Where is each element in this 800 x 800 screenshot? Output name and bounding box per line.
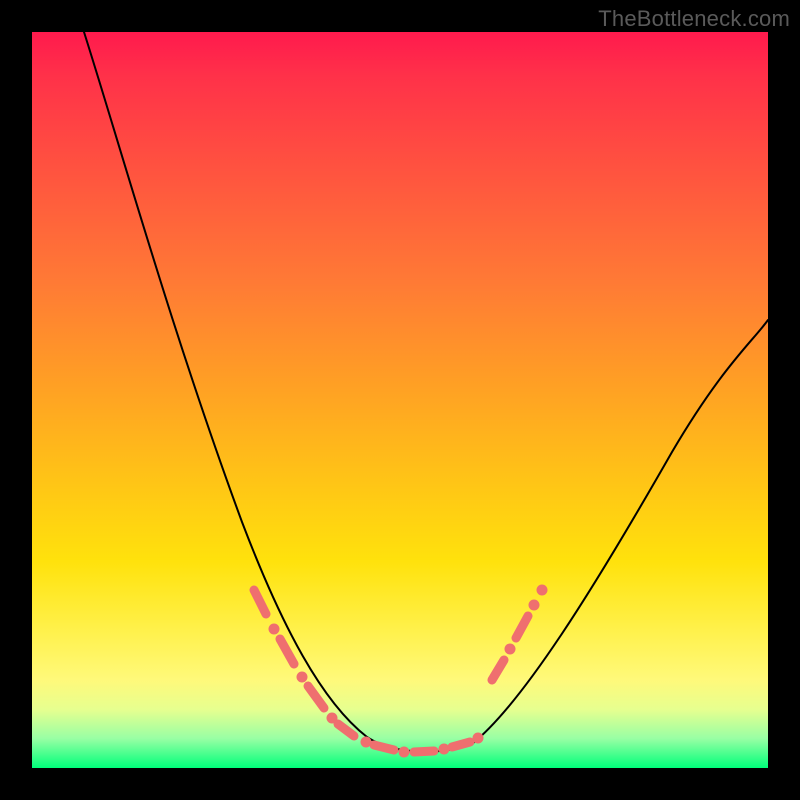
plot-area <box>32 32 768 768</box>
marker-dash <box>516 616 528 638</box>
curve-left-branch <box>84 32 367 737</box>
marker-dot <box>505 644 516 655</box>
marker-group-left <box>254 590 354 736</box>
marker-dash <box>338 724 354 736</box>
marker-dash <box>452 742 470 747</box>
marker-dash <box>492 660 504 680</box>
curve-right-branch <box>472 320 768 744</box>
marker-dot <box>297 672 308 683</box>
marker-group-valley <box>361 733 484 758</box>
chart-frame: TheBottleneck.com <box>0 0 800 800</box>
marker-dot <box>473 733 484 744</box>
marker-dash <box>254 590 266 614</box>
marker-dash <box>374 745 394 750</box>
marker-dot <box>537 585 548 596</box>
marker-dash <box>414 751 434 752</box>
curve-svg <box>32 32 768 768</box>
marker-dot <box>439 744 450 755</box>
watermark-text: TheBottleneck.com <box>598 6 790 32</box>
marker-dot <box>399 747 410 758</box>
marker-dot <box>529 600 540 611</box>
marker-dash <box>280 639 294 664</box>
marker-dash <box>308 686 324 708</box>
marker-dot <box>269 624 280 635</box>
